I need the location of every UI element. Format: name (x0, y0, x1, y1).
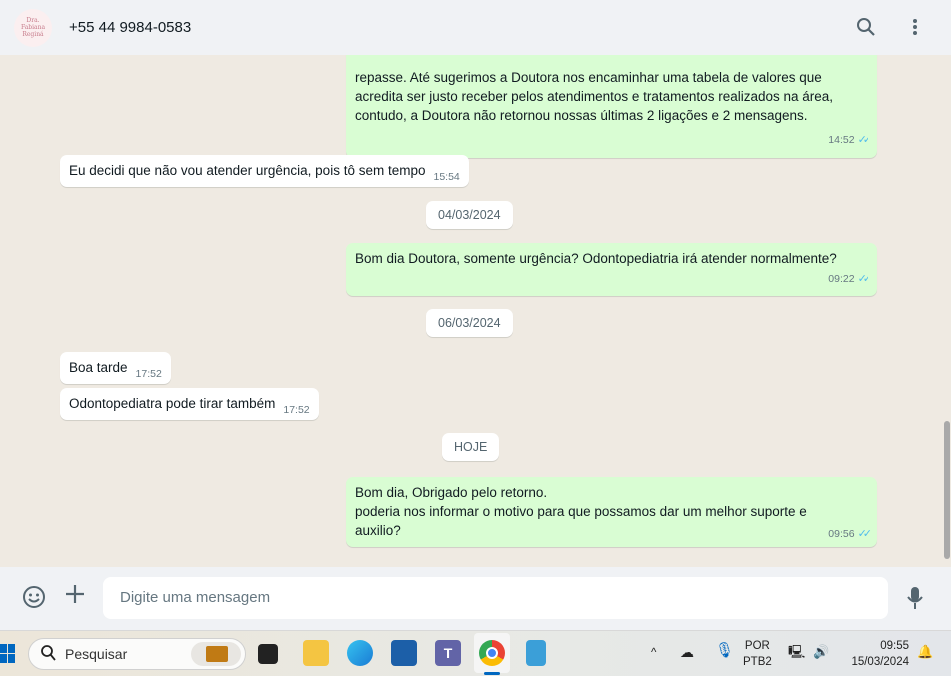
briefcase-icon (191, 642, 241, 666)
message-time: 14:52 (828, 134, 855, 146)
avatar[interactable]: Dra. Fabiana Reginá (14, 8, 52, 47)
notification-bell-icon[interactable]: 🔔 (917, 644, 933, 660)
language-label: POR (744, 640, 770, 652)
message-in: Eu decidi que não vou atender urgência, … (60, 155, 469, 187)
message-time: 09:56 (828, 528, 855, 540)
message-text: Boa tarde (69, 360, 128, 375)
date-separator: 04/03/2024 (426, 201, 513, 229)
message-out: Bom dia Doutora, somente urgência? Odont… (346, 243, 877, 296)
date-separator: 06/03/2024 (426, 309, 513, 337)
chrome-icon[interactable] (479, 640, 505, 666)
message-out: Bom dia, Obrigado pelo retorno. poderia … (346, 477, 877, 547)
message-time: 15:54 (433, 171, 460, 183)
message-out: repasse. Até sugerimos a Doutora nos enc… (346, 55, 877, 158)
message-time: 09:22 (828, 273, 855, 285)
message-text: Odontopediatra pode tirar também (69, 396, 276, 411)
scrollbar-thumb[interactable] (944, 421, 950, 559)
microphone-icon[interactable] (906, 586, 924, 616)
windows-start-icon[interactable] (0, 644, 16, 669)
message-text: repasse. Até sugerimos a Doutora nos enc… (355, 70, 822, 85)
menu-icon[interactable] (902, 14, 928, 40)
message-text: Bom dia, Obrigado pelo retorno. (355, 485, 548, 500)
message-text: acredita ser justo receber pelos atendim… (355, 89, 834, 104)
task-view-icon[interactable] (258, 644, 278, 664)
chat-header: Dra. Fabiana Reginá +55 44 9984-0583 (0, 0, 951, 55)
scrollbar[interactable] (943, 55, 951, 567)
search-icon[interactable] (853, 14, 879, 40)
double-check-icon: ✓✓ (857, 134, 868, 146)
date-separator: HOJE (442, 433, 500, 461)
double-check-icon: ✓✓ (857, 528, 873, 540)
network-icon[interactable]: 🖳 (788, 644, 805, 660)
clock-time: 09:55 (880, 640, 909, 652)
search-label: Pesquisar (65, 646, 128, 662)
message-time: 17:52 (283, 404, 310, 416)
store-icon[interactable] (391, 640, 417, 666)
chevron-up-icon[interactable]: ^ (651, 645, 656, 661)
message-text: contudo, a Doutora não retornou nossas ú… (355, 108, 808, 123)
file-explorer-icon[interactable] (303, 640, 329, 666)
attach-plus-icon[interactable] (64, 583, 86, 611)
notepad-icon[interactable] (526, 640, 546, 666)
taskbar-search[interactable]: Pesquisar (28, 638, 246, 670)
chat-area: repasse. Até sugerimos a Doutora nos enc… (0, 55, 951, 567)
taskbar: Pesquisar T ^ ☁ 🎙 POR PTB2 🖳 🔊 09:55 15/03… (0, 630, 951, 676)
search-icon (40, 644, 56, 665)
volume-icon[interactable]: 🔊 (813, 644, 829, 660)
message-input[interactable]: Digite uma mensagem (103, 577, 888, 619)
teams-icon[interactable]: T (435, 640, 461, 666)
clock[interactable]: 09:55 15/03/2024 (845, 638, 909, 670)
edge-icon[interactable] (347, 640, 373, 666)
message-text: Bom dia Doutora, somente urgência? Odont… (355, 251, 837, 266)
message-in: Odontopediatra pode tirar também 17:52 (60, 388, 319, 420)
message-text: auxilio? (355, 523, 401, 538)
clock-date: 15/03/2024 (851, 656, 909, 668)
message-text: poderia nos informar o motivo para que p… (355, 504, 807, 519)
language-indicator[interactable]: POR PTB2 (743, 638, 772, 670)
double-check-icon: ✓✓ (857, 273, 868, 285)
message-time: 17:52 (135, 368, 162, 380)
compose-bar: Digite uma mensagem (0, 567, 951, 630)
message-in: Boa tarde 17:52 (60, 352, 171, 384)
microphone-icon[interactable]: 🎙 (715, 643, 734, 659)
message-text: Eu decidi que não vou atender urgência, … (69, 163, 426, 178)
contact-name[interactable]: +55 44 9984-0583 (69, 19, 191, 36)
cloud-offline-icon[interactable]: ☁ (680, 644, 694, 660)
keyboard-label: PTB2 (743, 656, 772, 668)
emoji-icon[interactable] (22, 585, 46, 615)
